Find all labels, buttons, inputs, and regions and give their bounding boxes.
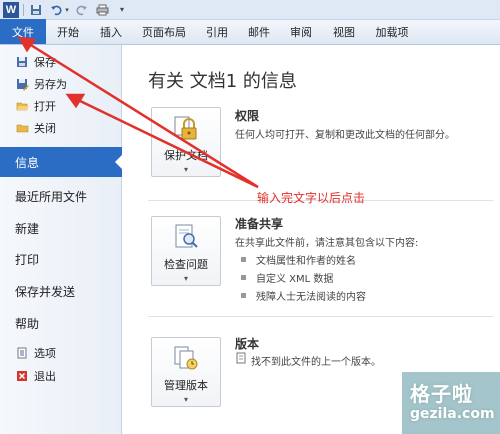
annotation-arrows	[17, 36, 259, 189]
arrow-head	[17, 36, 37, 53]
arrow-to-save-as	[75, 97, 259, 189]
watermark-url: gezila.com	[410, 406, 495, 422]
annotation-text: 输入完文字以后点击	[257, 191, 366, 205]
watermark-logo: 格子啦	[410, 382, 473, 406]
arrow-to-file-tab	[25, 40, 259, 189]
arrow-head	[65, 93, 86, 109]
